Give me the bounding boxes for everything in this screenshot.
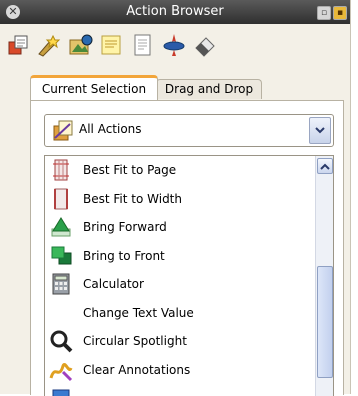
- scroll-up-icon[interactable]: [317, 158, 333, 174]
- list-item[interactable]: [45, 384, 313, 396]
- list-item-label: Best Fit to Width: [83, 192, 182, 206]
- tab-current-selection[interactable]: Current Selection: [30, 75, 158, 100]
- fit-page-icon: [53, 159, 69, 181]
- list-item-label: Bring to Front: [83, 249, 165, 263]
- action-browser-window: ✕ Action Browser ▫ ▪ Current Selection D…: [0, 0, 351, 396]
- calculator-icon: [52, 273, 70, 295]
- bring-forward-icon: [51, 217, 71, 237]
- list-item[interactable]: Change Text Value: [45, 299, 313, 327]
- bring-to-front-icon: [51, 246, 72, 265]
- list-item-label: Best Fit to Page: [83, 163, 177, 177]
- list-item-label: Clear Annotations: [83, 363, 191, 377]
- list-item-label: Change Text Value: [83, 306, 194, 320]
- eraser-icon[interactable]: [192, 32, 218, 58]
- scrollbar-thumb[interactable]: [317, 266, 333, 378]
- list-item[interactable]: Circular Spotlight: [45, 327, 313, 355]
- all-actions-icon: [53, 120, 73, 141]
- list-item[interactable]: Best Fit to Page: [45, 156, 313, 184]
- list-scrollbar[interactable]: [315, 156, 333, 396]
- clear-annotations-icon: [49, 363, 73, 382]
- list-item[interactable]: Best Fit to Width: [45, 185, 313, 213]
- list-item-label: Bring Forward: [83, 220, 167, 234]
- actions-icon[interactable]: [6, 32, 32, 58]
- list-item[interactable]: Bring to Front: [45, 242, 313, 270]
- window-title: Action Browser: [126, 4, 224, 19]
- action-list[interactable]: Best Fit to Page Best Fit to Width Bring…: [44, 155, 334, 396]
- page-icon[interactable]: [130, 32, 156, 58]
- effects-icon[interactable]: [37, 32, 63, 58]
- list-item[interactable]: Calculator: [45, 270, 313, 298]
- partial-item-icon: [52, 389, 70, 396]
- minimize-icon[interactable]: ▫: [317, 6, 331, 20]
- toolbar: [0, 24, 350, 64]
- notes-icon[interactable]: [99, 32, 125, 58]
- dropdown-selected-value: All Actions: [79, 122, 142, 136]
- chevron-down-icon[interactable]: [309, 117, 331, 144]
- action-filter-dropdown[interactable]: All Actions: [44, 114, 334, 147]
- list-item[interactable]: Bring Forward: [45, 213, 313, 241]
- tab-panel: All Actions Best Fit to Page Best Fit to…: [30, 100, 344, 396]
- list-item[interactable]: Clear Annotations: [45, 356, 313, 384]
- fit-width-icon: [54, 188, 68, 210]
- spinner-icon[interactable]: [161, 32, 187, 58]
- options-icon[interactable]: ▪: [333, 6, 347, 20]
- list-item-label: Calculator: [83, 277, 144, 291]
- spotlight-icon: [50, 330, 73, 353]
- title-bar[interactable]: ✕ Action Browser ▫ ▪: [0, 0, 350, 24]
- list-item-label: Circular Spotlight: [83, 334, 187, 348]
- media-icon[interactable]: [68, 32, 94, 58]
- tab-drag-and-drop[interactable]: Drag and Drop: [156, 79, 262, 99]
